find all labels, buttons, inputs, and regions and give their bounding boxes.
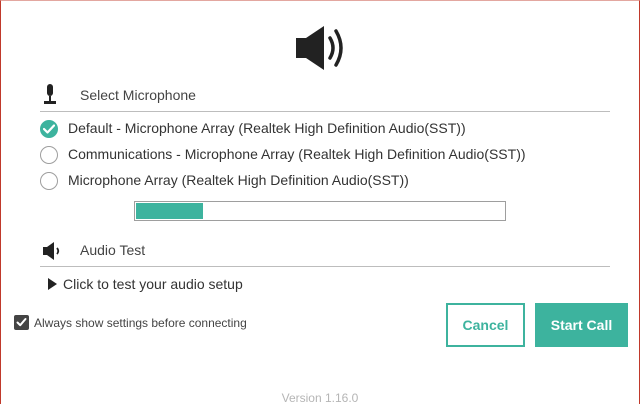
microphone-section-header: Select Microphone	[40, 81, 610, 112]
version-label: Version 1.16.0	[281, 391, 359, 405]
test-audio-label: Click to test your audio setup	[63, 276, 243, 292]
microphone-option-label: Communications - Microphone Array (Realt…	[68, 146, 526, 162]
speaker-icon	[296, 26, 343, 70]
play-icon	[48, 278, 57, 290]
cancel-button[interactable]: Cancel	[446, 303, 525, 347]
audio-test-section-label: Audio Test	[80, 242, 146, 258]
microphone-level-fill	[136, 203, 203, 219]
microphone-option-label: Default - Microphone Array (Realtek High…	[68, 120, 466, 136]
start-call-button[interactable]: Start Call	[535, 303, 628, 347]
speaker-icon	[43, 242, 60, 260]
radio-button[interactable]	[40, 172, 58, 190]
microphone-level-meter	[134, 201, 506, 221]
checkbox-checked-icon[interactable]	[14, 315, 29, 330]
radio-button[interactable]	[40, 146, 58, 164]
test-audio-link[interactable]: Click to test your audio setup	[48, 276, 243, 292]
radio-checked-icon[interactable]	[40, 120, 58, 138]
audio-test-section-header: Audio Test	[40, 236, 610, 267]
always-show-settings-label: Always show settings before connecting	[34, 316, 247, 330]
microphone-section-label: Select Microphone	[80, 87, 196, 103]
microphone-icon	[44, 84, 56, 104]
microphone-option-label: Microphone Array (Realtek High Definitio…	[68, 172, 409, 188]
